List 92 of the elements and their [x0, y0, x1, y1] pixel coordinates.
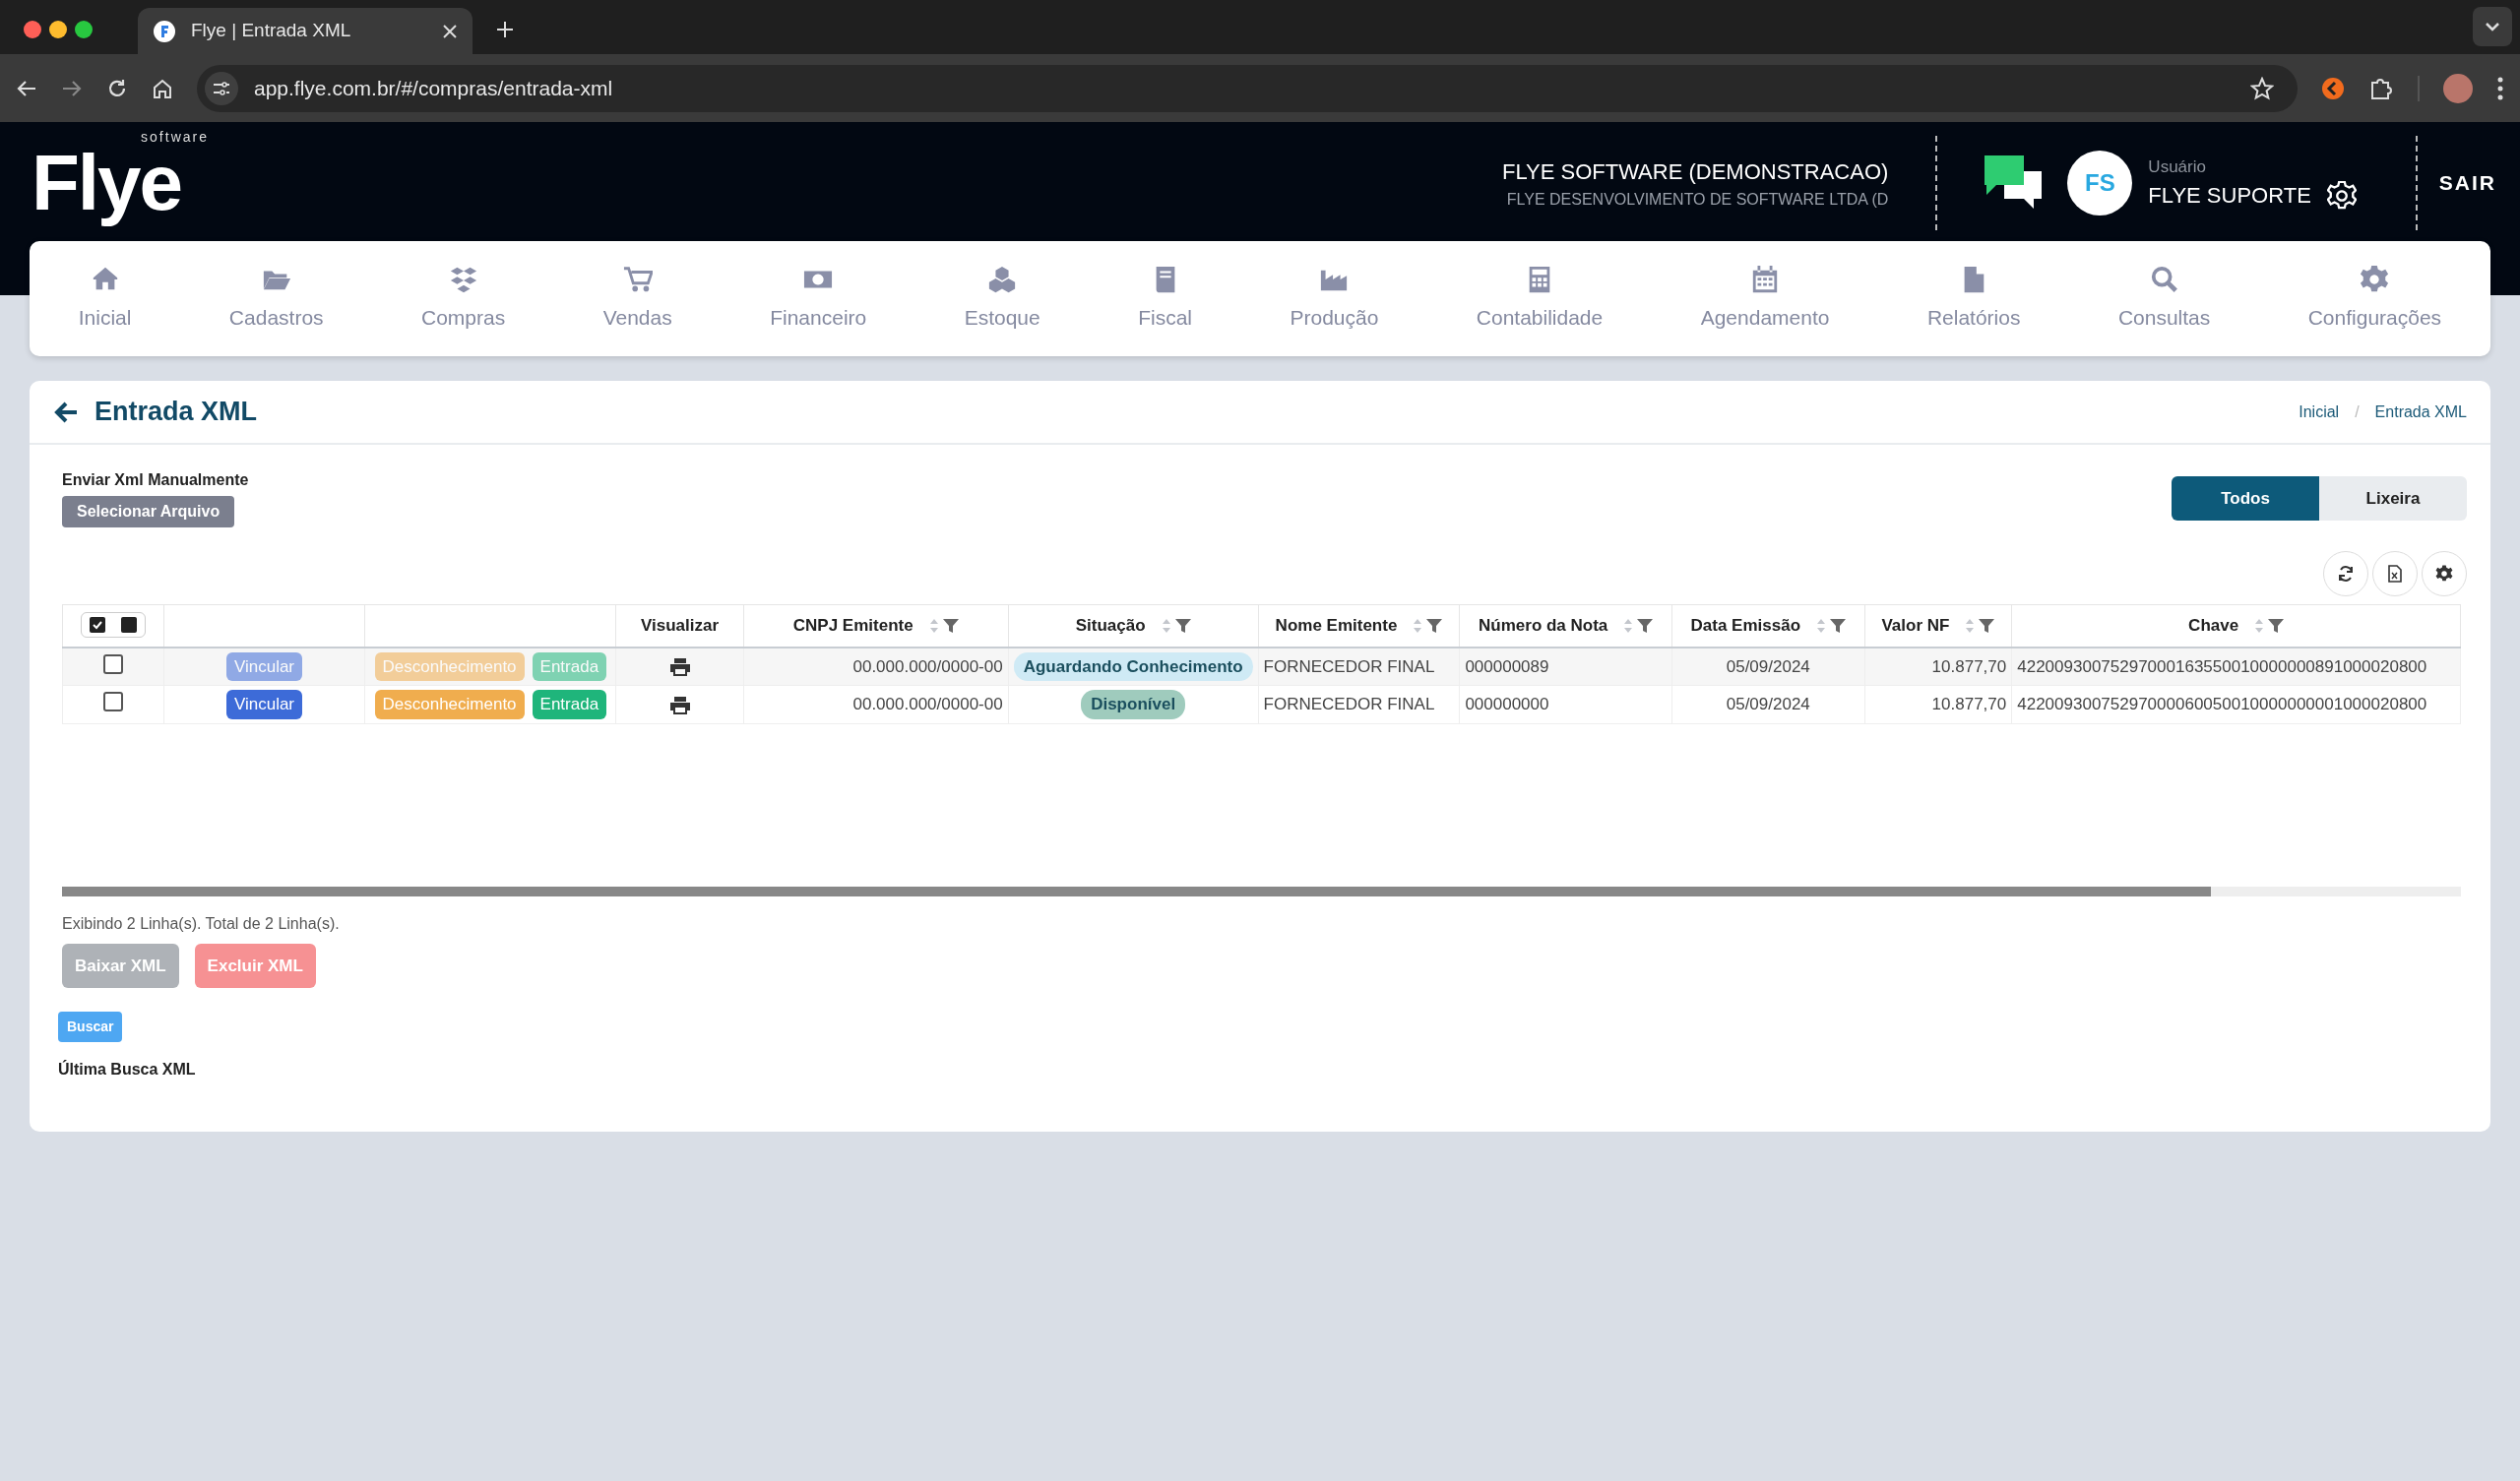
- nav-item[interactable]: Inicial: [72, 263, 138, 335]
- nav-item[interactable]: Compras: [415, 263, 512, 335]
- status-badge: Aguardando Conhecimento: [1013, 651, 1253, 681]
- company-name: FLYE SOFTWARE (DEMONSTRACAO): [1502, 157, 1889, 186]
- row-count-text: Exibindo 2 Linha(s). Total de 2 Linha(s).: [62, 914, 341, 934]
- maximize-window-button[interactable]: [75, 21, 93, 38]
- status-badge: Disponível: [1081, 690, 1186, 719]
- chat-icon[interactable]: [1984, 155, 2045, 211]
- refresh-button[interactable]: [2323, 551, 2368, 596]
- company-legal-name: FLYE DESENVOLVIMENTO DE SOFTWARE LTDA (D: [1505, 189, 1889, 210]
- star-icon[interactable]: [2250, 76, 2274, 100]
- upload-label: Enviar Xml Manualmente: [62, 470, 249, 490]
- table-cell: FORNECEDOR FINAL: [1258, 685, 1460, 724]
- browser-tab[interactable]: Flye | Entrada XML: [138, 8, 472, 54]
- user-avatar[interactable]: FS: [2067, 151, 2133, 216]
- extension-icon[interactable]: [2321, 76, 2345, 100]
- row-checkbox[interactable]: [102, 692, 123, 712]
- filter-icon[interactable]: [1830, 617, 1847, 634]
- export-spreadsheet-button[interactable]: [2372, 551, 2418, 596]
- select-file-button[interactable]: Selecionar Arquivo: [62, 496, 235, 527]
- link-button[interactable]: Vincular: [225, 690, 303, 719]
- nav-item[interactable]: Financeiro: [764, 263, 873, 335]
- filter-icon[interactable]: [1979, 617, 1995, 634]
- table-cell: 05/09/2024: [1671, 685, 1865, 724]
- minimize-window-button[interactable]: [49, 21, 67, 38]
- table-cell: FORNECEDOR FINAL: [1258, 647, 1460, 686]
- nav-item[interactable]: Consultas: [2111, 263, 2217, 335]
- new-tab-icon[interactable]: [496, 21, 514, 38]
- reload-icon[interactable]: [106, 77, 128, 99]
- back-arrow-icon[interactable]: [53, 400, 79, 424]
- profile-avatar[interactable]: [2443, 73, 2473, 103]
- user-label: Usuário: [2148, 155, 2207, 178]
- table-cell: 000000000: [1459, 685, 1672, 724]
- nav-item[interactable]: Configurações: [2301, 263, 2448, 335]
- column-header[interactable]: Situação: [1075, 613, 1146, 639]
- favicon-icon: [154, 20, 175, 42]
- settings-icon: [2435, 565, 2453, 583]
- close-window-button[interactable]: [24, 21, 41, 38]
- settings-button[interactable]: [2422, 551, 2467, 596]
- filter-icon[interactable]: [942, 617, 959, 634]
- settings-icon: [2360, 264, 2390, 294]
- page-title: Entrada XML: [94, 396, 258, 429]
- breadcrumb-separator: /: [2355, 401, 2360, 422]
- table-cell: 10.877,70: [1864, 685, 2012, 724]
- search-icon: [2149, 264, 2179, 294]
- table-cell: 10.877,70: [1864, 647, 2012, 686]
- nav-item[interactable]: Estoque: [958, 263, 1046, 335]
- spreadsheet-file-icon: [2387, 565, 2403, 583]
- filter-icon[interactable]: [2268, 617, 2285, 634]
- table-cell: 05/09/2024: [1671, 647, 1865, 686]
- filter-icon[interactable]: [1174, 617, 1191, 634]
- nav-item[interactable]: Agendamento: [1694, 263, 1836, 335]
- filter-tab[interactable]: Lixeira: [2319, 476, 2467, 521]
- tab-list-icon[interactable]: [2473, 7, 2512, 46]
- settings-icon[interactable]: [2326, 180, 2357, 211]
- breadcrumb-link[interactable]: Entrada XML: [2374, 400, 2467, 424]
- nav-item[interactable]: Relatórios: [1921, 263, 2027, 335]
- nav-item[interactable]: Vendas: [597, 263, 678, 335]
- table-cell: 00.000.000/0000-00: [743, 647, 1009, 686]
- nav-item[interactable]: Produção: [1284, 263, 1385, 335]
- filter-icon[interactable]: [1637, 617, 1654, 634]
- select-all-icon[interactable]: [89, 616, 105, 633]
- home-icon[interactable]: [152, 77, 173, 99]
- logo-subtitle: software: [141, 130, 209, 144]
- search-button[interactable]: Buscar: [58, 1012, 123, 1042]
- close-icon[interactable]: [443, 24, 457, 38]
- table-cell: 42200930075297000163550010000000891000020800: [2011, 647, 2461, 686]
- filter-icon[interactable]: [1426, 617, 1443, 634]
- entry-button[interactable]: Entrada: [532, 690, 607, 719]
- nav-item[interactable]: Fiscal: [1132, 263, 1198, 335]
- logout-link[interactable]: SAIR: [2438, 167, 2496, 199]
- url-text[interactable]: app.flye.com.br/#/compras/entrada-xml: [254, 72, 613, 104]
- breadcrumb-link[interactable]: Inicial: [2299, 400, 2340, 424]
- deselect-all-icon[interactable]: [120, 616, 137, 633]
- print-icon[interactable]: [668, 695, 691, 715]
- table-cell: 00.000.000/0000-00: [743, 685, 1009, 724]
- column-header[interactable]: Chave: [2188, 613, 2239, 639]
- menu-icon[interactable]: [2496, 75, 2504, 101]
- cubes-icon: [987, 264, 1018, 294]
- tab-title: Flye | Entrada XML: [191, 19, 352, 43]
- cart-icon: [622, 264, 653, 294]
- nav-item[interactable]: Cadastros: [222, 263, 330, 335]
- refresh-icon: [2337, 565, 2355, 583]
- print-icon[interactable]: [668, 657, 691, 677]
- table-cell: 42200930075297000060050010000000001000020800: [2011, 685, 2461, 724]
- disavowal-button[interactable]: Desconhecimento: [374, 690, 525, 719]
- site-settings-icon[interactable]: [205, 71, 238, 105]
- user-name: FLYE SUPORTE: [2148, 182, 2311, 211]
- nav-item[interactable]: Contabilidade: [1470, 263, 1609, 335]
- table-cell: 000000089: [1459, 647, 1672, 686]
- filter-tab[interactable]: Todos: [2172, 476, 2319, 521]
- last-search-label: Última Busca XML: [58, 1059, 197, 1080]
